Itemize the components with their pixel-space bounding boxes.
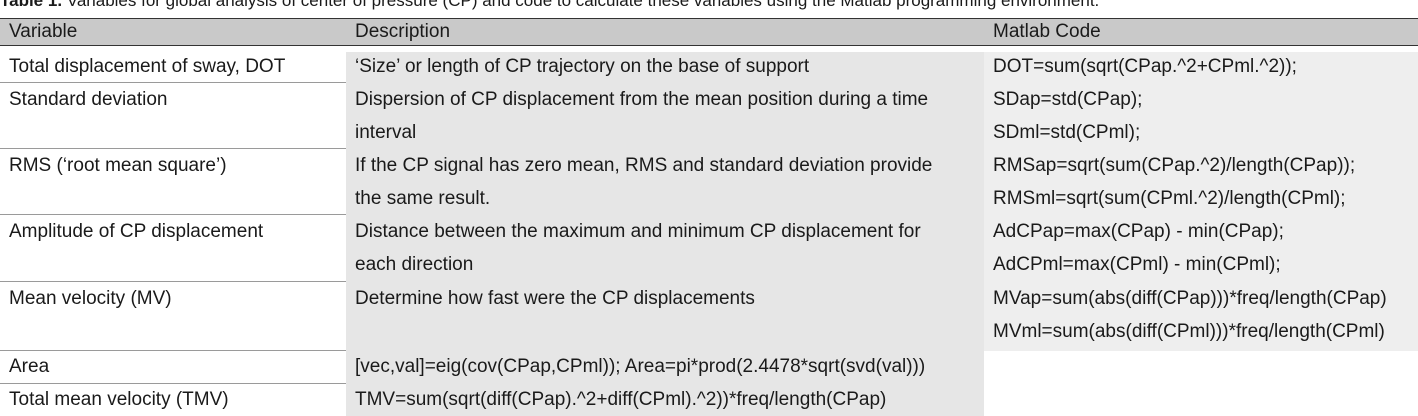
description-line: interval [355, 122, 417, 143]
description-line: the same result. [355, 188, 491, 209]
description-line: Dispersion of CP displacement from the m… [355, 89, 929, 110]
description-cell: TMV=sum(sqrt(diff(CPap).^2+diff(CPml).^2… [346, 384, 984, 416]
table-caption-label: Table 1. [0, 0, 63, 10]
header-description: Description [355, 21, 451, 42]
code-cell: DOT=sum(sqrt(CPap.^2+CPml.^2)); [984, 52, 1418, 83]
code-line: RMSap=sqrt(sum(CPap.^2)/length(CPap)); [993, 155, 1356, 176]
header-matlab-code: Matlab Code [993, 21, 1101, 42]
variable-cell: Area [9, 356, 50, 377]
code-cell [984, 384, 1418, 416]
table-row: Standard deviation Dispersion of CP disp… [0, 83, 1418, 149]
code-cell: AdCPap=max(CPap) - min(CPap); AdCPml=max… [984, 215, 1418, 282]
code-line: SDml=std(CPml); [993, 122, 1141, 143]
code-cell: MVap=sum(abs(diff(CPap)))*freq/length(CP… [984, 282, 1418, 351]
code-line: AdCPml=max(CPml) - min(CPml); [993, 254, 1281, 275]
code-cell: SDap=std(CPap); SDml=std(CPml); [984, 83, 1418, 149]
code-line: AdCPap=max(CPap) - min(CPap); [993, 221, 1284, 242]
table-header: Variable Description Matlab Code [0, 18, 1418, 46]
code-line: MVml=sum(abs(diff(CPml)))*freq/length(CP… [993, 321, 1385, 342]
table-row: Amplitude of CP displacement Distance be… [0, 215, 1418, 282]
description-cell: Determine how fast were the CP displacem… [346, 282, 984, 351]
description-line: TMV=sum(sqrt(diff(CPap).^2+diff(CPml).^2… [355, 389, 887, 410]
description-cell: Dispersion of CP displacement from the m… [346, 83, 984, 149]
variable-cell: Mean velocity (MV) [9, 288, 172, 309]
description-cell: [vec,val]=eig(cov(CPap,CPml)); Area=pi*p… [346, 351, 984, 384]
variable-cell: Total mean velocity (TMV) [9, 389, 229, 410]
description-line: ‘Size’ or length of CP trajectory on the… [355, 56, 810, 77]
variable-cell: Amplitude of CP displacement [9, 221, 264, 242]
variable-cell: Standard deviation [9, 89, 168, 110]
header-variable: Variable [9, 21, 78, 42]
table-caption: Table 1. Variables for global analysis o… [0, 0, 1418, 11]
description-line: Determine how fast were the CP displacem… [355, 288, 755, 309]
table-row: Area [vec,val]=eig(cov(CPap,CPml)); Area… [0, 351, 1418, 384]
description-line: [vec,val]=eig(cov(CPap,CPml)); Area=pi*p… [355, 356, 926, 377]
description-line: If the CP signal has zero mean, RMS and … [355, 155, 933, 176]
code-line: SDap=std(CPap); [993, 89, 1143, 110]
code-cell [984, 351, 1418, 384]
table-row: Total mean velocity (TMV) TMV=sum(sqrt(d… [0, 384, 1418, 416]
description-line: each direction [355, 254, 474, 275]
code-line: DOT=sum(sqrt(CPap.^2+CPml.^2)); [993, 56, 1297, 77]
description-line: Distance between the maximum and minimum… [355, 221, 921, 242]
table-row: Total displacement of sway, DOT ‘Size’ o… [0, 52, 1418, 83]
description-cell: If the CP signal has zero mean, RMS and … [346, 149, 984, 215]
description-cell: ‘Size’ or length of CP trajectory on the… [346, 52, 984, 83]
code-cell: RMSap=sqrt(sum(CPap.^2)/length(CPap)); R… [984, 149, 1418, 215]
variable-cell: Total displacement of sway, DOT [9, 56, 286, 77]
description-cell: Distance between the maximum and minimum… [346, 215, 984, 282]
code-line: RMSml=sqrt(sum(CPml.^2)/length(CPml); [993, 188, 1346, 209]
variable-cell: RMS (‘root mean square’) [9, 155, 227, 176]
table-caption-text: Variables for global analysis of center … [62, 0, 1100, 10]
code-line: MVap=sum(abs(diff(CPap)))*freq/length(CP… [993, 288, 1387, 309]
table-row: Mean velocity (MV) Determine how fast we… [0, 282, 1418, 351]
table-row: RMS (‘root mean square’) If the CP signa… [0, 149, 1418, 215]
